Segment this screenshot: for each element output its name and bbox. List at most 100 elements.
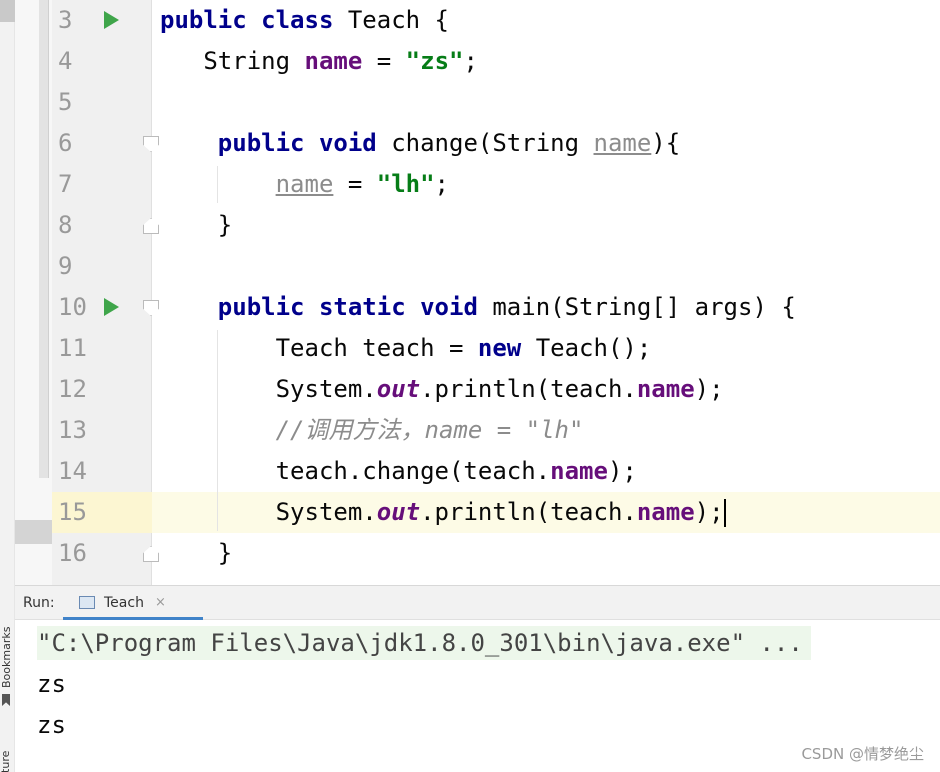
code-line[interactable]: 14 teach.change(teach.name); <box>52 451 940 492</box>
code-token: Teach { <box>333 6 449 34</box>
code-text: System.out.println(teach.name); <box>160 492 726 533</box>
line-number: 5 <box>58 88 73 116</box>
run-gutter-icon[interactable] <box>104 298 119 316</box>
code-token: System. <box>275 375 377 403</box>
code-line[interactable]: 13 //调用方法，name = "lh" <box>52 410 940 451</box>
code-token: out <box>376 375 421 403</box>
run-label: Run: <box>23 595 55 611</box>
code-token: Teach(); <box>521 334 652 362</box>
line-number: 12 <box>58 375 87 403</box>
code-line[interactable]: 16 } <box>52 533 940 574</box>
structure-tool-tab[interactable]: cture <box>0 735 13 772</box>
code-line[interactable]: 6 public void change(String name){ <box>52 123 940 164</box>
code-line[interactable]: 5 <box>52 82 940 123</box>
code-token: ){ <box>651 129 681 157</box>
code-token: Teach teach = <box>275 334 478 362</box>
code-token: void <box>318 129 377 157</box>
console-icon <box>79 596 95 609</box>
code-text: //调用方法，name = "lh" <box>160 410 584 451</box>
code-token: .println(teach. <box>420 498 637 526</box>
vertical-scrollbar[interactable] <box>39 0 49 478</box>
code-token: public <box>217 293 305 321</box>
code-token: name <box>636 498 695 526</box>
code-text: } <box>160 533 232 574</box>
code-token: new <box>477 334 522 362</box>
code-token: ); <box>607 457 637 485</box>
code-token: ); <box>694 498 724 526</box>
code-token: System. <box>275 498 377 526</box>
code-line[interactable]: 4 String name = "zs"; <box>52 41 940 82</box>
code-token: ; <box>463 47 478 75</box>
line-number: 11 <box>58 334 87 362</box>
code-token: name <box>304 47 363 75</box>
code-token: //调用方法，name = "lh" <box>275 416 584 444</box>
line-number: 3 <box>58 6 73 34</box>
code-token: name <box>593 129 652 157</box>
code-text: System.out.println(teach.name); <box>160 369 724 410</box>
bookmarks-tool-tab[interactable]: Bookmarks <box>0 626 14 688</box>
code-token: ; <box>434 170 449 198</box>
left-tool-strip: Bookmarks cture <box>0 0 15 772</box>
run-gutter-icon[interactable] <box>104 11 119 29</box>
code-token: String <box>203 47 305 75</box>
line-number: 13 <box>58 416 87 444</box>
line-number: 6 <box>58 129 73 157</box>
code-token: "lh" <box>376 170 435 198</box>
code-line[interactable]: 8 } <box>52 205 940 246</box>
code-token: = <box>333 170 377 198</box>
code-line[interactable]: 10 public static void main(String[] args… <box>52 287 940 328</box>
code-text: Teach teach = new Teach(); <box>160 328 652 369</box>
code-token: void <box>420 293 478 321</box>
strip-top-block <box>0 0 15 22</box>
text-cursor <box>723 499 726 527</box>
line-number: 4 <box>58 47 73 75</box>
close-icon[interactable]: × <box>155 595 166 610</box>
code-text: teach.change(teach.name); <box>160 451 637 492</box>
code-token: teach.change(teach. <box>275 457 551 485</box>
code-token: = <box>362 47 406 75</box>
code-editor[interactable]: 3 public class Teach {4 String name = "zs… <box>52 0 940 585</box>
code-line[interactable]: 7 name = "lh"; <box>52 164 940 205</box>
code-token: } <box>217 539 233 567</box>
code-text: name = "lh"; <box>160 164 449 205</box>
run-tab-teach[interactable]: Teach × <box>63 586 203 620</box>
code-line[interactable]: 9 <box>52 246 940 287</box>
code-text: public static void main(String[] args) { <box>160 287 796 328</box>
console-command-line: "C:\Program Files\Java\jdk1.8.0_301\bin\… <box>37 626 811 660</box>
watermark: CSDN @情梦绝尘 <box>801 745 924 763</box>
code-token: public <box>217 129 305 157</box>
code-text: public void change(String name){ <box>160 123 680 164</box>
code-token: name <box>636 375 695 403</box>
console-output-line: zs <box>37 670 66 698</box>
run-toolbar: Run: Teach × <box>15 586 940 620</box>
line-number: 9 <box>58 252 73 280</box>
console-output-line: zs <box>37 711 66 739</box>
code-line[interactable]: 3 public class Teach { <box>52 0 940 41</box>
editor-side-gutter <box>15 0 52 585</box>
code-text: String name = "zs"; <box>160 41 478 82</box>
code-token: name <box>275 170 334 198</box>
code-token: } <box>217 211 233 239</box>
line-number: 16 <box>58 539 87 567</box>
code-text: public class Teach { <box>160 0 449 41</box>
run-tab-label: Teach <box>104 595 144 611</box>
code-token: change(String <box>376 129 594 157</box>
indent-guide <box>217 166 218 203</box>
indent-guide <box>217 330 218 531</box>
code-line[interactable]: 15 System.out.println(teach.name); <box>52 492 940 533</box>
code-line[interactable]: 12 System.out.println(teach.name); <box>52 369 940 410</box>
run-tool-window: Run: Teach × "C:\Program Files\Java\jdk1… <box>15 585 940 772</box>
code-token: main(String[] args) { <box>477 293 796 321</box>
code-token: ); <box>694 375 724 403</box>
code-text: } <box>160 205 232 246</box>
current-line-marker <box>15 520 52 544</box>
bookmark-icon[interactable] <box>2 694 10 706</box>
code-token: .println(teach. <box>420 375 637 403</box>
code-line[interactable]: 11 Teach teach = new Teach(); <box>52 328 940 369</box>
line-number: 15 <box>52 492 152 533</box>
code-token: public <box>160 6 247 34</box>
